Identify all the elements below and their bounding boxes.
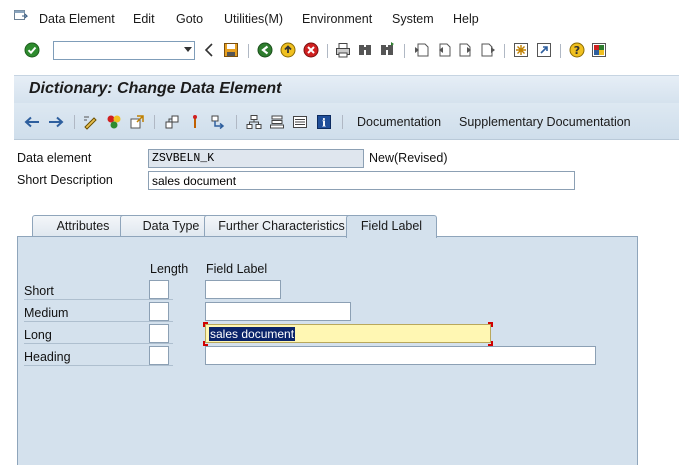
- back-arrow-icon[interactable]: [200, 41, 218, 59]
- selected-text: sales document: [209, 327, 296, 341]
- row-divider: [24, 321, 173, 322]
- check-icon[interactable]: [105, 113, 123, 131]
- toolbar-separator: [327, 44, 328, 58]
- focus-marker: [488, 322, 493, 327]
- row-label-heading: Heading: [24, 350, 71, 364]
- toolbar-separator: [342, 115, 343, 129]
- short-label-field[interactable]: [205, 280, 281, 299]
- toolbar-separator: [560, 44, 561, 58]
- menu-bar: Data Element Edit Goto Utilities(M) Envi…: [0, 0, 679, 38]
- length-column-header: Length: [150, 262, 189, 276]
- info-pin-icon[interactable]: [186, 113, 204, 131]
- menu-environment[interactable]: Environment: [302, 12, 372, 26]
- application-toolbar: i Documentation Supplementary Documentat…: [14, 103, 679, 140]
- toolbar-separator: [504, 44, 505, 58]
- create-session-icon[interactable]: [512, 41, 530, 59]
- toolbar-separator: [236, 115, 237, 129]
- heading-length-field[interactable]: [149, 346, 169, 365]
- last-page-icon[interactable]: [479, 41, 497, 59]
- medium-length-field[interactable]: [149, 302, 169, 321]
- short-description-field[interactable]: sales document: [148, 171, 575, 190]
- save-icon[interactable]: [222, 41, 240, 59]
- svg-text:i: i: [322, 117, 326, 130]
- exit-icon[interactable]: [279, 41, 297, 59]
- row-label-short: Short: [24, 284, 54, 298]
- row-divider: [24, 365, 173, 366]
- row-divider: [24, 343, 173, 344]
- data-element-field[interactable]: ZSVBELN_K: [148, 149, 364, 168]
- enter-icon[interactable]: [23, 41, 41, 59]
- field-label-column-header: Field Label: [206, 262, 268, 276]
- tab-attributes[interactable]: Attributes: [32, 215, 134, 237]
- supplementary-documentation-button[interactable]: Supplementary Documentation: [459, 115, 631, 129]
- row-label-long: Long: [24, 328, 52, 342]
- find-next-icon[interactable]: [378, 41, 396, 59]
- back-green-icon[interactable]: [256, 41, 274, 59]
- previous-page-icon[interactable]: [435, 41, 453, 59]
- next-page-icon[interactable]: [457, 41, 475, 59]
- svg-text:?: ?: [574, 44, 580, 57]
- medium-label-field[interactable]: [205, 302, 351, 321]
- long-label-field[interactable]: sales document: [205, 324, 491, 343]
- first-page-icon[interactable]: [413, 41, 431, 59]
- tab-field-label[interactable]: Field Label: [346, 215, 437, 238]
- title-bar: Dictionary: Change Data Element: [14, 75, 679, 103]
- command-field[interactable]: [53, 41, 195, 60]
- toolbar-separator: [74, 115, 75, 129]
- row-divider: [24, 299, 173, 300]
- menu-utilities[interactable]: Utilities(M): [224, 12, 283, 26]
- print-icon[interactable]: [334, 41, 352, 59]
- data-element-label: Data element: [17, 151, 92, 165]
- back-arrow-icon[interactable]: [23, 113, 41, 131]
- toolbar-separator: [154, 115, 155, 129]
- menu-edit[interactable]: Edit: [133, 12, 155, 26]
- forward-arrow-icon[interactable]: [47, 113, 65, 131]
- toolbar-separator: [404, 44, 405, 58]
- row-label-medium: Medium: [24, 306, 69, 320]
- display-change-icon[interactable]: [82, 113, 100, 131]
- customize-icon[interactable]: [590, 41, 608, 59]
- information-icon[interactable]: i: [315, 113, 333, 131]
- help-icon[interactable]: ?: [568, 41, 586, 59]
- find-icon[interactable]: [356, 41, 374, 59]
- where-used-icon[interactable]: [163, 113, 181, 131]
- documentation-button[interactable]: Documentation: [357, 115, 441, 129]
- menu-goto[interactable]: Goto: [176, 12, 203, 26]
- toolbar-separator: [248, 44, 249, 58]
- long-length-field[interactable]: [149, 324, 169, 343]
- status-text: New(Revised): [369, 151, 448, 165]
- menu-system[interactable]: System: [392, 12, 434, 26]
- chevron-down-icon[interactable]: [184, 47, 192, 52]
- shortcut-icon[interactable]: [535, 41, 553, 59]
- command-input[interactable]: [54, 42, 172, 59]
- hierarchy-icon[interactable]: [245, 113, 263, 131]
- menu-help[interactable]: Help: [453, 12, 479, 26]
- list-icon[interactable]: [291, 113, 309, 131]
- tab-strip: Attributes Data Type Further Characteris…: [17, 215, 637, 238]
- heading-label-field[interactable]: [205, 346, 596, 365]
- menu-data-element[interactable]: Data Element: [39, 12, 115, 26]
- stack-icon[interactable]: [268, 113, 286, 131]
- focus-marker: [203, 322, 208, 327]
- navigate-icon[interactable]: [209, 113, 227, 131]
- page-title: Dictionary: Change Data Element: [29, 80, 282, 97]
- cancel-icon[interactable]: [302, 41, 320, 59]
- system-menu-icon[interactable]: [14, 10, 28, 22]
- tab-further-characteristics[interactable]: Further Characteristics: [204, 215, 359, 237]
- activate-icon[interactable]: [128, 113, 146, 131]
- short-description-label: Short Description: [17, 173, 113, 187]
- short-length-field[interactable]: [149, 280, 169, 299]
